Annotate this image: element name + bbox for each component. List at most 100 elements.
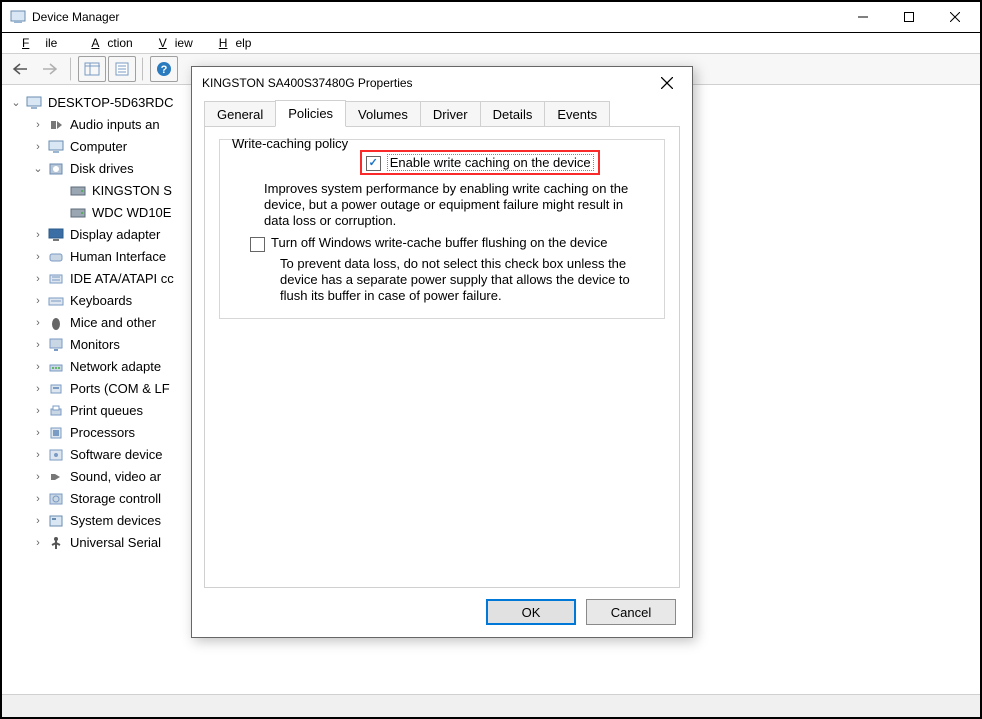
enable-write-caching-row: Enable write caching on the device xyxy=(360,150,600,175)
keyboard-icon xyxy=(48,293,64,309)
expand-icon[interactable]: › xyxy=(32,466,44,488)
expand-icon[interactable]: ⌄ xyxy=(10,92,22,114)
hdd-icon xyxy=(70,183,86,199)
tree-item-label: Ports (COM & LF xyxy=(70,378,170,400)
title-bar: Device Manager xyxy=(2,2,980,33)
tab-volumes[interactable]: Volumes xyxy=(345,101,421,127)
menu-file[interactable]: File xyxy=(6,34,73,52)
expand-icon[interactable]: › xyxy=(32,356,44,378)
expand-icon[interactable]: › xyxy=(32,532,44,554)
tree-item-label: Software device xyxy=(70,444,163,466)
tree-item-label: Network adapte xyxy=(70,356,161,378)
turn-off-flush-label[interactable]: Turn off Windows write-cache buffer flus… xyxy=(271,235,608,250)
port-icon xyxy=(48,381,64,397)
enable-write-caching-checkbox[interactable] xyxy=(366,156,381,171)
tree-item-label: Mice and other xyxy=(70,312,156,334)
turn-off-flush-row: Turn off Windows write-cache buffer flus… xyxy=(250,235,652,252)
menu-view[interactable]: View xyxy=(143,34,201,52)
speaker-icon xyxy=(48,117,64,133)
enable-write-caching-label[interactable]: Enable write caching on the device xyxy=(387,154,594,171)
cancel-button[interactable]: Cancel xyxy=(586,599,676,625)
tree-item-label: Disk drives xyxy=(70,158,134,180)
dialog-title-bar: KINGSTON SA400S37480G Properties xyxy=(192,67,692,99)
tree-item-label: Sound, video ar xyxy=(70,466,161,488)
expand-icon[interactable]: › xyxy=(32,422,44,444)
printer-icon xyxy=(48,403,64,419)
expand-icon[interactable]: › xyxy=(32,400,44,422)
back-button[interactable] xyxy=(6,56,34,82)
close-button[interactable] xyxy=(932,2,978,32)
monitor-icon xyxy=(48,337,64,353)
expand-icon[interactable]: › xyxy=(32,312,44,334)
tab-details[interactable]: Details xyxy=(480,101,546,127)
enable-write-caching-description: Improves system performance by enabling … xyxy=(264,181,652,229)
storage-icon xyxy=(48,491,64,507)
tree-item-label: KINGSTON S xyxy=(92,180,172,202)
turn-off-flush-description: To prevent data loss, do not select this… xyxy=(280,256,652,304)
properties-toolbar-button[interactable] xyxy=(108,56,136,82)
system-icon xyxy=(48,513,64,529)
expand-icon[interactable]: › xyxy=(32,136,44,158)
tree-item-label: Display adapter xyxy=(70,224,160,246)
write-caching-group: Write-caching policy Enable write cachin… xyxy=(219,139,665,319)
tree-item-label: Monitors xyxy=(70,334,120,356)
display-icon xyxy=(48,227,64,243)
tree-item-label: Universal Serial xyxy=(70,532,161,554)
expand-icon[interactable]: › xyxy=(32,246,44,268)
expand-icon[interactable]: › xyxy=(32,510,44,532)
cpu-icon xyxy=(48,425,64,441)
expand-icon[interactable]: › xyxy=(32,488,44,510)
disk-icon xyxy=(48,161,64,177)
dialog-title: KINGSTON SA400S37480G Properties xyxy=(202,76,652,90)
expand-icon[interactable]: › xyxy=(32,268,44,290)
usb-icon xyxy=(48,535,64,551)
tab-events[interactable]: Events xyxy=(544,101,610,127)
hid-icon xyxy=(48,249,64,265)
hdd-icon xyxy=(70,205,86,221)
ok-button[interactable]: OK xyxy=(486,599,576,625)
tree-item-label: System devices xyxy=(70,510,161,532)
expand-icon[interactable]: › xyxy=(32,378,44,400)
dialog-close-button[interactable] xyxy=(652,68,682,98)
minimize-button[interactable] xyxy=(840,2,886,32)
tree-item-label: Human Interface xyxy=(70,246,166,268)
tree-item-label: Print queues xyxy=(70,400,143,422)
menu-help[interactable]: Help xyxy=(203,34,260,52)
tab-general[interactable]: General xyxy=(204,101,276,127)
tree-root-label: DESKTOP-5D63RDC xyxy=(48,92,173,114)
status-bar xyxy=(2,694,980,717)
expand-icon[interactable]: › xyxy=(32,444,44,466)
toolbar-separator xyxy=(70,57,72,81)
tab-driver[interactable]: Driver xyxy=(420,101,481,127)
computer-icon xyxy=(26,95,42,111)
toolbar-separator xyxy=(142,57,144,81)
app-icon xyxy=(10,9,26,25)
tree-item-label: WDC WD10E xyxy=(92,202,171,224)
help-toolbar-button[interactable]: ? xyxy=(150,56,178,82)
svg-text:?: ? xyxy=(161,64,168,76)
dialog-tabs: GeneralPoliciesVolumesDriverDetailsEvent… xyxy=(192,99,692,126)
expand-icon[interactable]: › xyxy=(32,290,44,312)
show-hide-tree-button[interactable] xyxy=(78,56,106,82)
tree-item-label: Keyboards xyxy=(70,290,132,312)
turn-off-flush-checkbox[interactable] xyxy=(250,237,265,252)
network-icon xyxy=(48,359,64,375)
tree-item-label: Computer xyxy=(70,136,127,158)
properties-dialog: KINGSTON SA400S37480G Properties General… xyxy=(191,66,693,638)
mouse-icon xyxy=(48,315,64,331)
maximize-button[interactable] xyxy=(886,2,932,32)
tree-item-label: Processors xyxy=(70,422,135,444)
tab-panel-policies: Write-caching policy Enable write cachin… xyxy=(204,126,680,588)
sound-icon xyxy=(48,469,64,485)
expand-icon[interactable]: › xyxy=(32,334,44,356)
window-title: Device Manager xyxy=(32,10,840,24)
menu-action[interactable]: Action xyxy=(75,34,140,52)
tree-item-label: Storage controll xyxy=(70,488,161,510)
expand-icon[interactable]: › xyxy=(32,224,44,246)
ide-icon xyxy=(48,271,64,287)
expand-icon[interactable]: › xyxy=(32,114,44,136)
tab-policies[interactable]: Policies xyxy=(275,100,346,127)
expand-icon[interactable]: ⌄ xyxy=(32,158,44,180)
tree-item-label: IDE ATA/ATAPI cc xyxy=(70,268,174,290)
forward-button[interactable] xyxy=(36,56,64,82)
